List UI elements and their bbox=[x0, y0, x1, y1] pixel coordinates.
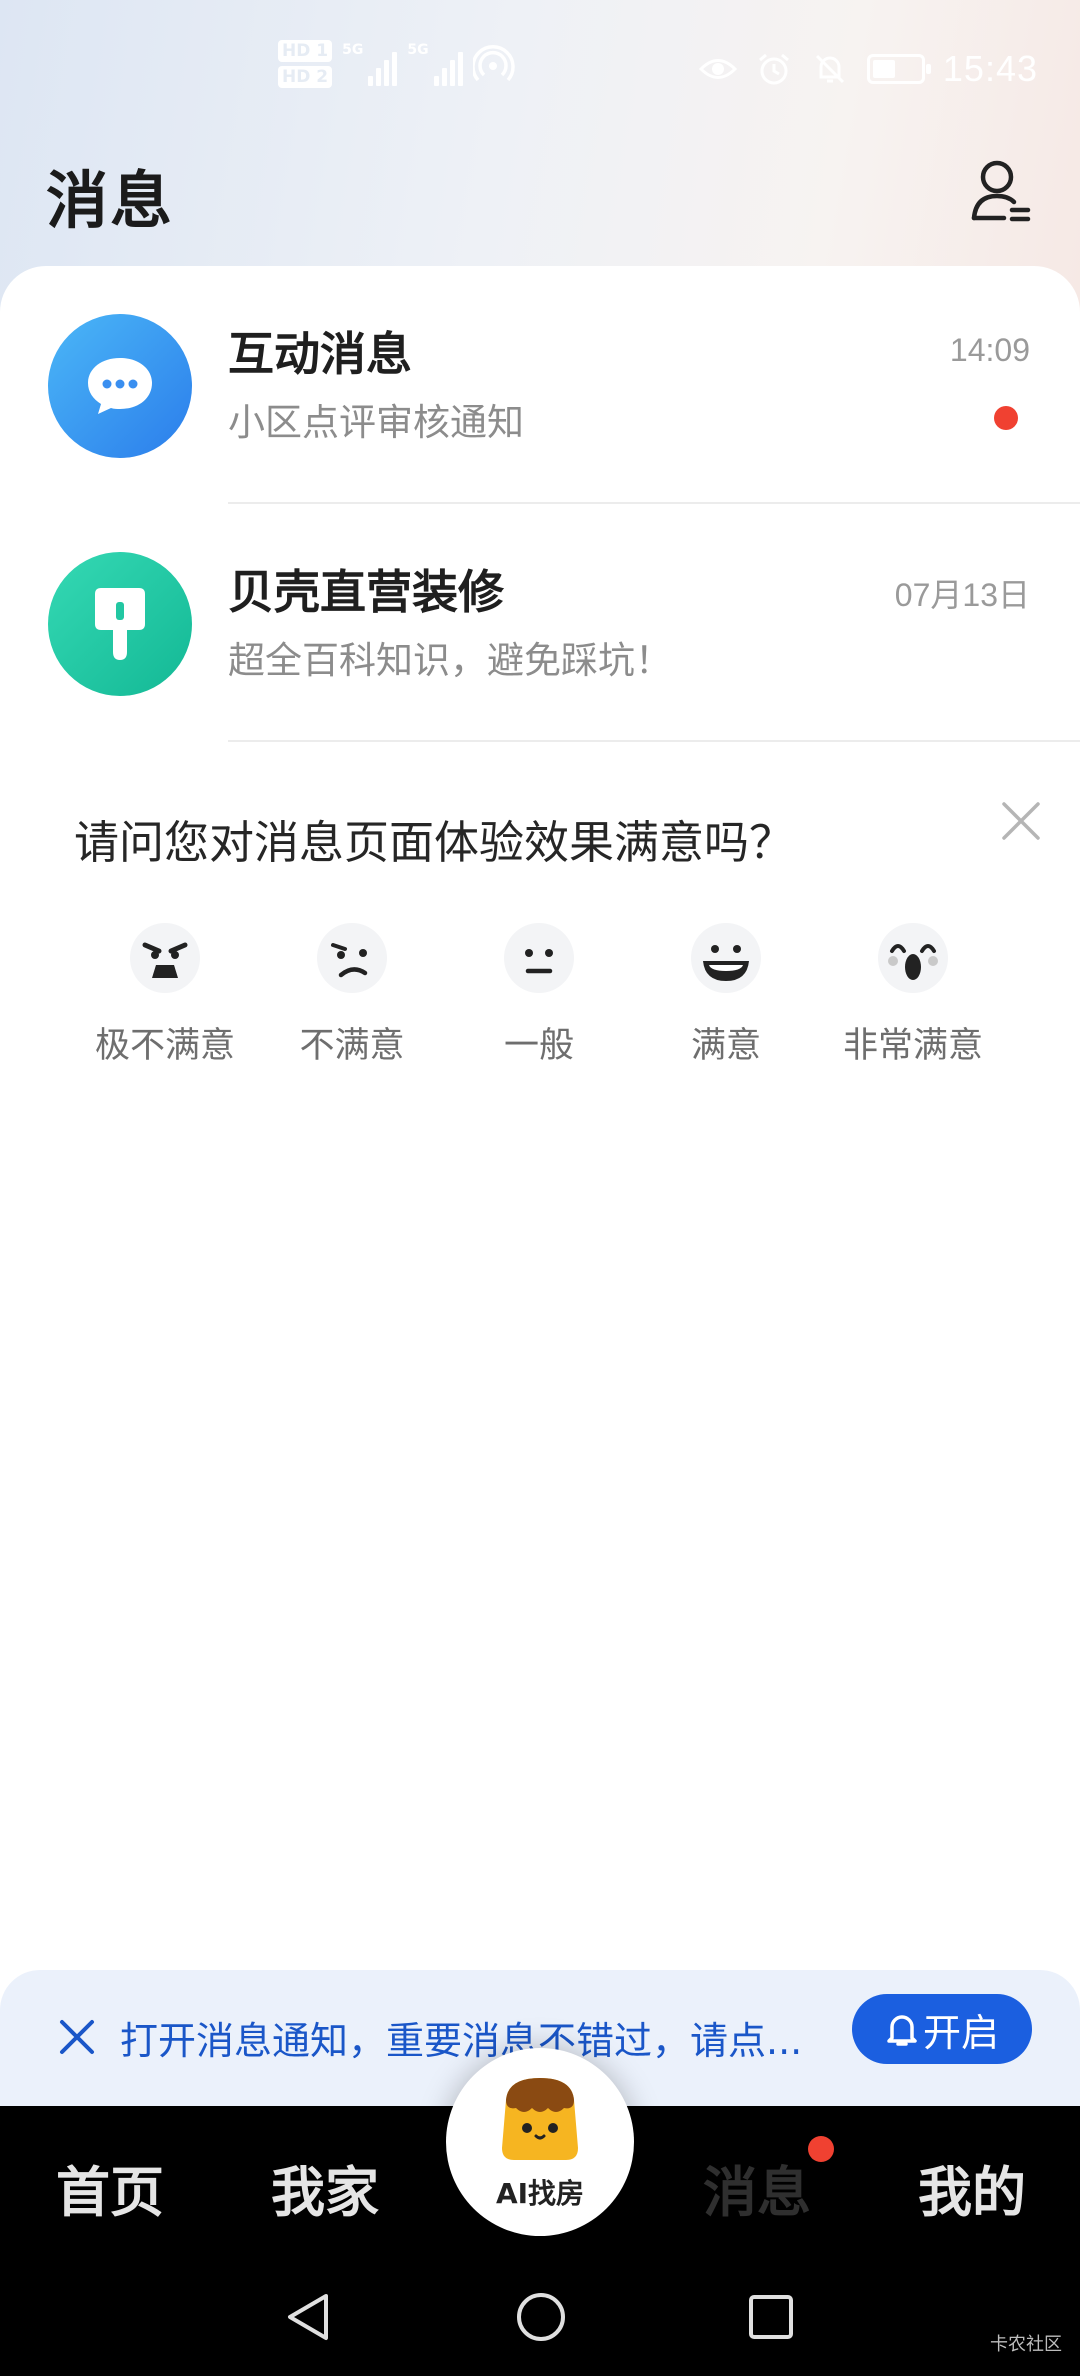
ai-tab-label: AI找房 bbox=[495, 2177, 585, 2210]
recents-square-icon[interactable] bbox=[744, 2290, 798, 2344]
rating-label: 极不满意 bbox=[94, 1026, 235, 1066]
close-icon[interactable] bbox=[58, 2018, 96, 2056]
battery-icon bbox=[866, 54, 931, 84]
mute-bell-icon bbox=[811, 53, 849, 85]
smile-face-icon bbox=[689, 921, 763, 995]
system-navigation-bar bbox=[0, 2258, 1080, 2376]
rating-label: 满意 bbox=[690, 1026, 761, 1066]
back-icon[interactable] bbox=[282, 2290, 336, 2344]
tab-messages[interactable]: 消息 bbox=[703, 2148, 811, 2227]
tab-ai-house-search[interactable]: AI找房 bbox=[446, 2048, 634, 2236]
unread-dot bbox=[994, 406, 1018, 430]
message-title: 互动消息 bbox=[228, 327, 412, 381]
pudding-mascot-icon bbox=[502, 2078, 578, 2160]
message-card: 互动消息 小区点评审核通知 14:09 贝壳直营装修 超全百科知识，避免踩坑！ … bbox=[0, 266, 1080, 1134]
rating-neutral[interactable]: 一般 bbox=[444, 921, 634, 1068]
neutral-face-icon bbox=[502, 921, 576, 995]
rating-very-dissatisfied[interactable]: 极不满意 bbox=[70, 921, 260, 1068]
message-subtitle: 超全百科知识，避免踩坑！ bbox=[228, 639, 672, 682]
rating-label: 不满意 bbox=[299, 1026, 405, 1066]
alarm-icon bbox=[755, 53, 793, 85]
tab-home[interactable]: 首页 bbox=[56, 2148, 164, 2227]
tab-my-home[interactable]: 我家 bbox=[271, 2148, 379, 2227]
watermark: 卡农社区 bbox=[990, 2334, 1062, 2355]
message-subtitle: 小区点评审核通知 bbox=[228, 401, 524, 444]
bell-icon bbox=[887, 2015, 917, 2046]
notification-prompt-text: 打开消息通知，重要消息不错过，请点... bbox=[120, 2019, 803, 2063]
network-label-1: 5G bbox=[342, 42, 364, 58]
contact-person-icon[interactable] bbox=[970, 158, 1032, 224]
rating-dissatisfied[interactable]: 不满意 bbox=[257, 921, 447, 1068]
status-bar: HD 1 HD 2 5G 5G 15:43 bbox=[0, 0, 1080, 150]
enable-button-label: 开启 bbox=[922, 2010, 999, 2055]
message-time: 14:09 bbox=[949, 332, 1030, 368]
enable-notification-button[interactable]: 开启 bbox=[852, 1994, 1032, 2064]
close-icon[interactable] bbox=[998, 798, 1044, 844]
excited-face-icon bbox=[876, 921, 950, 995]
message-time: 07月13日 bbox=[894, 577, 1030, 613]
tab-mine[interactable]: 我的 bbox=[918, 2148, 1026, 2227]
hotspot-icon bbox=[472, 45, 515, 82]
hd-badges: HD 1 HD 2 bbox=[278, 40, 333, 88]
hd2-badge: HD 2 bbox=[278, 66, 333, 88]
network-indicators: HD 1 HD 2 5G 5G bbox=[278, 40, 517, 88]
clock: 15:43 bbox=[942, 48, 1038, 89]
unhappy-face-icon bbox=[315, 921, 389, 995]
rating-satisfied[interactable]: 满意 bbox=[631, 921, 821, 1068]
hd1-badge: HD 1 bbox=[278, 40, 333, 62]
rating-very-satisfied[interactable]: 非常满意 bbox=[818, 921, 1008, 1068]
network-label-2: 5G bbox=[407, 42, 429, 58]
angry-face-icon bbox=[128, 921, 202, 995]
message-title: 贝壳直营装修 bbox=[228, 565, 504, 619]
signal-2-icon: 5G bbox=[407, 42, 463, 86]
unread-badge bbox=[808, 2136, 834, 2162]
rating-label: 非常满意 bbox=[842, 1026, 983, 1066]
survey-question: 请问您对消息页面体验效果满意吗？ bbox=[74, 816, 795, 869]
rating-label: 一般 bbox=[503, 1026, 574, 1066]
paint-brush-icon bbox=[48, 552, 192, 696]
home-circle-icon[interactable] bbox=[514, 2290, 568, 2344]
message-item-renovation[interactable]: 贝壳直营装修 超全百科知识，避免踩坑！ 07月13日 bbox=[0, 504, 1080, 742]
status-icons: 15:43 bbox=[698, 48, 1038, 90]
page-title: 消息 bbox=[46, 164, 175, 237]
message-item-interaction[interactable]: 互动消息 小区点评审核通知 14:09 bbox=[0, 266, 1080, 504]
eye-comfort-icon bbox=[698, 53, 737, 85]
divider bbox=[228, 740, 1080, 742]
signal-1-icon: 5G bbox=[342, 42, 398, 86]
chat-bubble-icon bbox=[48, 314, 192, 458]
